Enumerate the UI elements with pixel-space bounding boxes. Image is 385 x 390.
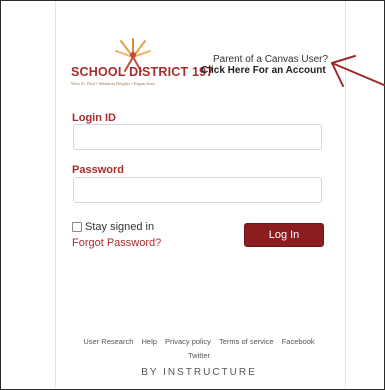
login-id-label: Login ID xyxy=(72,112,116,124)
stay-signed-in-label: Stay signed in xyxy=(85,221,155,233)
district-tagline: West St. Paul • Mendota Heights • Eagan … xyxy=(71,81,155,86)
footer-link-twitter[interactable]: Twitter xyxy=(188,351,210,360)
stay-signed-in-row[interactable]: Stay signed in xyxy=(72,221,154,233)
footer-link-help[interactable]: Help xyxy=(142,337,157,346)
log-in-button[interactable]: Log In xyxy=(244,223,324,247)
password-label: Password xyxy=(72,164,124,176)
footer-link-facebook[interactable]: Facebook xyxy=(282,337,315,346)
screenshot-frame: SCHOOL DISTRICT 197 West St. Paul • Mend… xyxy=(0,0,385,390)
parent-question: Parent of a Canvas User? xyxy=(213,54,329,65)
footer-link-privacy[interactable]: Privacy policy xyxy=(165,337,211,346)
password-input[interactable] xyxy=(73,177,322,203)
instructure-brand: BY INSTRUCTURE xyxy=(141,367,257,378)
footer-link-terms[interactable]: Terms of service xyxy=(219,337,274,346)
log-in-button-label: Log In xyxy=(268,229,300,241)
district-name: SCHOOL DISTRICT 197 xyxy=(71,65,214,79)
footer-links: User Research Help Privacy policy Terms … xyxy=(61,335,337,363)
login-id-input[interactable] xyxy=(73,124,322,150)
parent-account-link[interactable]: Click Here For an Account xyxy=(201,65,326,76)
arrow-icon xyxy=(331,55,385,87)
forgot-password-link[interactable]: Forgot Password? xyxy=(72,237,161,249)
stay-signed-in-checkbox[interactable] xyxy=(72,222,82,232)
footer-link-user-research[interactable]: User Research xyxy=(83,337,133,346)
